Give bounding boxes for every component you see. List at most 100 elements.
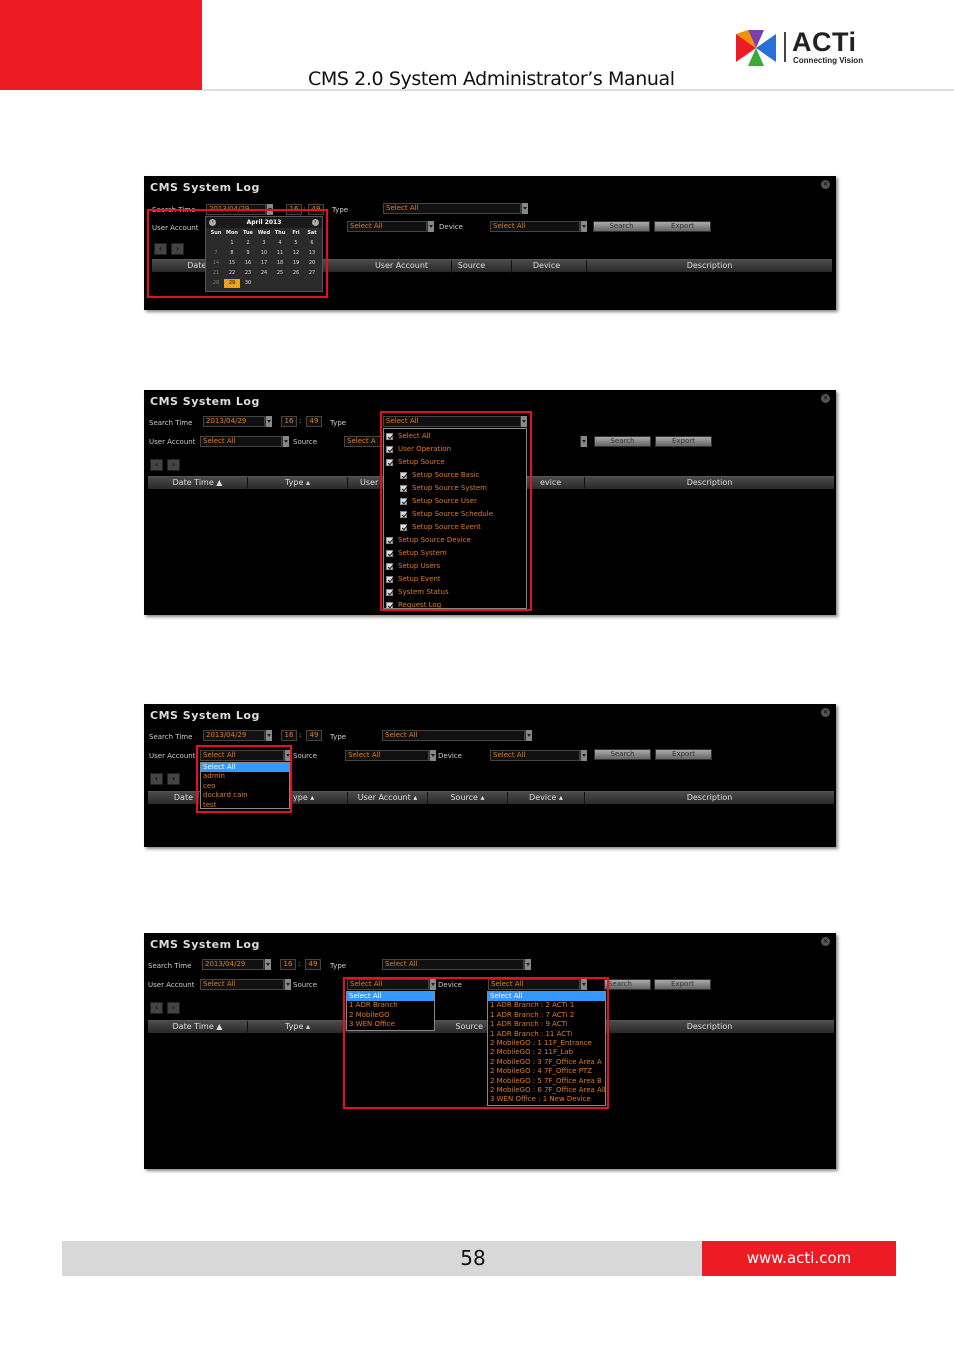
calendar-day[interactable]: 25 — [272, 269, 288, 278]
source-select[interactable]: Select A — [344, 436, 384, 447]
device-option[interactable]: 2 MobileGO : 3 7F_Office Area A — [490, 1058, 602, 1067]
export-button[interactable]: Export — [655, 749, 712, 760]
calendar-day[interactable]: 8 — [224, 249, 240, 258]
source-dropdown-icon[interactable] — [429, 979, 436, 990]
type-option[interactable]: Setup Source Device — [398, 536, 471, 545]
calendar-day[interactable]: 26 — [288, 269, 304, 278]
source-option[interactable]: 3 WEN Office — [349, 1020, 395, 1029]
minute-field[interactable]: 49 — [305, 959, 321, 970]
close-icon[interactable]: × — [821, 180, 830, 189]
col-device[interactable]: evice — [532, 477, 585, 490]
next-month-icon[interactable]: › — [312, 219, 319, 226]
type-dropdown-icon[interactable] — [521, 203, 528, 214]
col-date-time[interactable]: Date Time ▲ — [148, 477, 248, 490]
calendar-day[interactable]: 23 — [240, 269, 256, 278]
device-option[interactable]: 2 MobileGO : 1 11F_Entrance — [490, 1039, 592, 1048]
user-account-select[interactable]: Select All — [200, 436, 282, 447]
source-option[interactable]: 2 MobileGO — [349, 1011, 390, 1020]
next-page-icon[interactable]: › — [167, 1002, 180, 1014]
source-option[interactable]: Select All — [347, 992, 434, 1001]
col-type[interactable]: ype ▴ — [288, 792, 348, 805]
col-description[interactable]: Description — [585, 477, 834, 490]
next-page-icon[interactable]: › — [167, 459, 180, 471]
calendar-day[interactable]: 20 — [304, 259, 320, 268]
checkbox-checked-icon[interactable] — [400, 524, 407, 531]
device-option[interactable]: 1 ADR Branch : 9 ACTi — [490, 1020, 568, 1029]
col-user-account[interactable]: User Account ▴ — [348, 792, 428, 805]
hour-field[interactable]: 16 — [286, 204, 302, 215]
calendar-day[interactable]: 22 — [224, 269, 240, 278]
calendar-day[interactable]: 12 — [288, 249, 304, 258]
source-option[interactable]: 1 ADR Branch — [349, 1001, 398, 1010]
user-account-select[interactable]: Select All — [200, 750, 284, 761]
search-button[interactable]: Search — [593, 221, 650, 232]
calendar-day[interactable]: 18 — [272, 259, 288, 268]
checkbox-checked-icon[interactable] — [400, 498, 407, 505]
source-dropdown-icon[interactable] — [429, 750, 436, 761]
device-option[interactable]: 1 ADR Branch : 7 ACTi 2 — [490, 1011, 574, 1020]
type-option[interactable]: Setup Source System — [412, 484, 487, 493]
col-date-time[interactable]: Date Time ▲ — [148, 1021, 248, 1034]
source-select[interactable]: Select All — [345, 750, 429, 761]
calendar-day[interactable]: 3 — [256, 239, 272, 248]
calendar-day[interactable]: 2 — [240, 239, 256, 248]
calendar-day[interactable]: 14 — [208, 259, 224, 268]
col-description[interactable]: Description — [585, 1021, 834, 1034]
col-source[interactable]: Source ▴ — [428, 792, 508, 805]
calendar-day[interactable]: 5 — [288, 239, 304, 248]
user-account-select[interactable]: Select All — [200, 979, 284, 990]
col-date-time[interactable]: Date — [148, 792, 200, 805]
type-select[interactable]: Select All — [383, 203, 521, 214]
col-device[interactable]: Device — [507, 260, 587, 273]
type-option[interactable]: Setup Source Schedule — [412, 510, 493, 519]
type-dropdown-icon[interactable] — [524, 959, 531, 970]
source-dropdown-icon[interactable] — [427, 221, 434, 232]
date-field[interactable]: 2013/04/29 — [203, 416, 265, 427]
device-dropdown-icon[interactable] — [580, 436, 587, 447]
source-select[interactable]: Select All — [347, 979, 429, 990]
col-device[interactable]: Device ▴ — [508, 792, 585, 805]
prev-page-icon[interactable]: ‹ — [150, 773, 163, 785]
source-select[interactable]: Select All — [347, 221, 427, 232]
minute-field[interactable]: 49 — [306, 730, 322, 741]
prev-page-icon[interactable]: ‹ — [154, 243, 167, 255]
hour-field[interactable]: 16 — [281, 416, 297, 427]
calendar-day[interactable]: 15 — [224, 259, 240, 268]
calendar-day[interactable]: 1 — [224, 239, 240, 248]
next-page-icon[interactable]: › — [167, 773, 180, 785]
calendar-day[interactable]: 19 — [288, 259, 304, 268]
type-option[interactable]: System Status — [398, 588, 449, 597]
date-field[interactable]: 2013/04/29 — [202, 959, 264, 970]
calendar-day[interactable]: 16 — [240, 259, 256, 268]
device-option[interactable]: 3 WEN Office : 1 New Device — [490, 1095, 591, 1104]
device-option[interactable]: Select All — [488, 992, 605, 1001]
date-dropdown-icon[interactable] — [266, 204, 273, 215]
device-option[interactable]: 1 ADR Branch : 11 ACTi — [490, 1030, 572, 1039]
device-option[interactable]: 2 MobileGO : 6 7F_Office Area All — [490, 1086, 606, 1095]
date-field[interactable]: 2013/04/29 — [206, 204, 266, 215]
calendar-day[interactable]: 28 — [208, 279, 224, 288]
device-dropdown-icon[interactable] — [580, 750, 587, 761]
checkbox-checked-icon[interactable] — [400, 511, 407, 518]
prev-page-icon[interactable]: ‹ — [150, 1002, 163, 1014]
hour-field[interactable]: 16 — [280, 959, 296, 970]
user-option[interactable]: Select All — [201, 763, 289, 772]
device-option-list[interactable]: Select All 1 ADR Branch : 2 ACTi 11 ADR B… — [487, 991, 606, 1106]
col-source[interactable]: Source — [438, 1021, 488, 1034]
device-dropdown-icon[interactable] — [580, 979, 587, 990]
search-button[interactable]: Search — [604, 979, 651, 990]
device-dropdown-icon[interactable] — [580, 221, 587, 232]
checkbox-checked-icon[interactable] — [386, 576, 393, 583]
type-dropdown-icon[interactable] — [520, 416, 527, 427]
prev-month-icon[interactable]: ‹ — [209, 219, 216, 226]
date-dropdown-icon[interactable] — [264, 959, 271, 970]
type-select[interactable]: Select All — [382, 959, 524, 970]
calendar-day[interactable]: 6 — [304, 239, 320, 248]
prev-page-icon[interactable]: ‹ — [150, 459, 163, 471]
device-select[interactable]: Select All — [490, 221, 580, 232]
hour-field[interactable]: 16 — [281, 730, 297, 741]
checkbox-checked-icon[interactable] — [386, 433, 393, 440]
device-select[interactable]: Select All — [488, 979, 580, 990]
search-button[interactable]: Search — [594, 749, 651, 760]
calendar-day[interactable]: 7 — [208, 249, 224, 258]
